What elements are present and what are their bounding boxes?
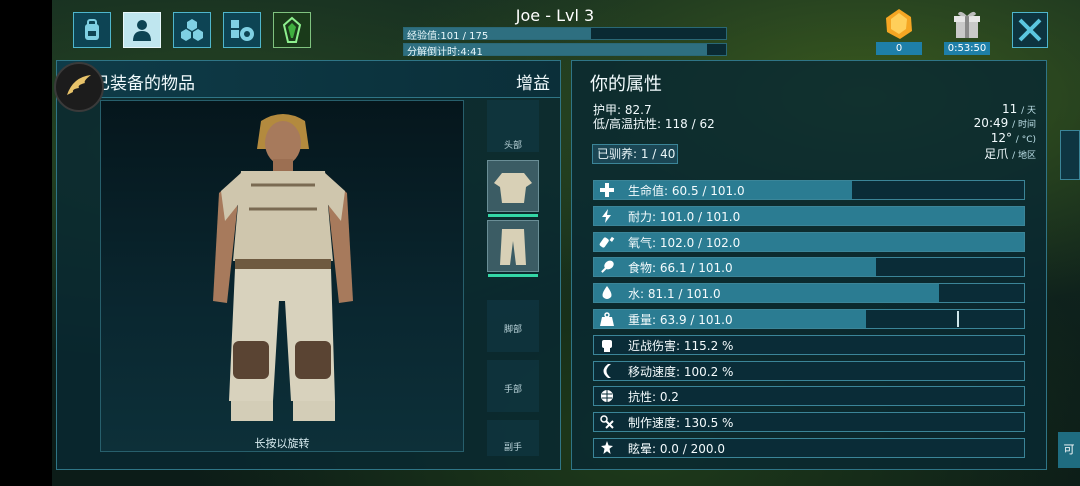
tab-settings[interactable] xyxy=(223,12,261,48)
close-button[interactable] xyxy=(1012,12,1048,48)
amber-value: 0 xyxy=(876,42,922,55)
attributes-title: 你的属性 xyxy=(590,74,662,95)
shirt-durability-bar xyxy=(488,214,538,217)
stat-text: 重量: 63.9 / 101.0 xyxy=(628,313,733,327)
time-unit: / 时间 xyxy=(1012,120,1036,130)
character-preview[interactable]: 长按以旋转 xyxy=(100,100,464,452)
temperature-unit: / °C) xyxy=(1015,135,1036,145)
pants-durability-bar xyxy=(488,274,538,277)
oxygen-tank-icon xyxy=(594,233,620,251)
health-cross-icon xyxy=(594,181,620,199)
time-value: 20:49 xyxy=(973,116,1009,130)
stat-text: 近战伤害: 115.2 % xyxy=(628,338,734,353)
weight-limit-marker xyxy=(956,311,959,327)
stat-text: 移动速度: 100.2 % xyxy=(628,364,734,379)
xp-bar: 经验值:101 / 175 xyxy=(403,27,727,42)
slot-feet-label: 脚部 xyxy=(503,325,522,335)
region-unit: / 地区 xyxy=(1012,151,1036,161)
stamina-bolt-icon xyxy=(594,207,620,225)
buff-label[interactable]: 增益 xyxy=(516,69,550,94)
close-icon xyxy=(1018,18,1042,42)
slot-offhand[interactable]: 副手 xyxy=(487,420,539,456)
gift-box-icon xyxy=(954,11,980,38)
fortitude-brain-icon xyxy=(594,387,620,405)
stat-text: 氧气: 102.0 / 102.0 xyxy=(628,235,741,250)
decay-bar: 分解倒计时:4:41 xyxy=(403,43,727,58)
right-edge-handle[interactable] xyxy=(1060,130,1080,180)
tamed-count-badge: 已驯养: 1 / 40 xyxy=(592,144,678,164)
temperature-value: 12° xyxy=(990,131,1012,145)
amber-counter[interactable]: 0 xyxy=(876,6,922,55)
left-black-strip xyxy=(0,0,52,486)
slot-hands[interactable]: 手部 xyxy=(487,360,539,412)
day-unit: / 天 xyxy=(1021,106,1036,116)
stat-text: 眩晕: 0.0 / 200.0 xyxy=(628,442,725,456)
cloth-pants-icon xyxy=(500,229,526,265)
backpack-icon xyxy=(85,19,99,40)
water-drop-icon xyxy=(594,284,620,302)
melee-fist-icon xyxy=(594,336,620,354)
decay-text: 分解倒计时:4:41 xyxy=(407,47,483,58)
region-readout: 足爪 / 地区 xyxy=(984,145,1036,162)
stat-row: 抗性: 0.2 xyxy=(593,386,1025,407)
gear-icon xyxy=(231,20,254,41)
slot-offhand-label: 副手 xyxy=(503,443,522,453)
stat-row: 氧气: 102.0 / 102.0 xyxy=(593,231,1025,252)
stat-text: 生命值: 60.5 / 101.0 xyxy=(628,184,745,198)
region-value: 足爪 xyxy=(984,147,1009,161)
person-icon xyxy=(133,20,151,41)
slot-head[interactable]: 头部 xyxy=(487,100,539,152)
stat-row: 生命值: 60.5 / 101.0 xyxy=(593,180,1025,200)
stat-row: 近战伤害: 115.2 % xyxy=(593,334,1025,355)
food-drumstick-icon xyxy=(594,258,620,276)
stat-row: 食物: 66.1 / 101.0 xyxy=(593,257,1025,278)
stat-row: 重量: 63.9 / 101.0 xyxy=(593,309,1025,329)
rotate-hint: 长按以旋转 xyxy=(254,437,310,450)
amber-icon xyxy=(886,9,912,39)
tab-character[interactable] xyxy=(123,12,161,48)
stat-text: 食物: 66.1 / 101.0 xyxy=(628,261,733,276)
stat-text: 制作速度: 130.5 % xyxy=(628,416,734,431)
cloth-shirt-icon xyxy=(494,173,532,203)
torpor-stars-icon xyxy=(594,439,620,457)
stat-row: 耐力: 101.0 / 101.0 xyxy=(593,205,1025,226)
right-edge-tab[interactable]: 可 xyxy=(1058,432,1080,468)
resist-value: 低/高温抗性: 118 / 62 xyxy=(593,117,715,131)
gift-timer[interactable]: 0:53:50 xyxy=(944,6,990,55)
stat-row: 眩晕: 0.0 / 200.0 xyxy=(593,438,1025,458)
slot-head-label: 头部 xyxy=(503,141,522,151)
day-value: 11 xyxy=(1001,102,1018,116)
tab-tek[interactable] xyxy=(273,12,311,48)
player-title: Joe - Lvl 3 xyxy=(515,6,595,25)
tek-crystal-icon xyxy=(282,16,302,43)
stat-text: 抗性: 0.2 xyxy=(628,390,679,405)
slot-pants[interactable] xyxy=(487,220,539,277)
survivor-character-figure xyxy=(213,114,353,421)
gift-timer-value: 0:53:50 xyxy=(944,42,990,55)
stat-text: 耐力: 101.0 / 101.0 xyxy=(628,209,741,224)
xp-text: 经验值:101 / 175 xyxy=(407,31,489,42)
stat-row: 水: 81.1 / 101.0 xyxy=(593,283,1025,304)
wing-emblem-icon xyxy=(54,62,104,112)
tab-inventory[interactable] xyxy=(73,12,111,48)
equipment-title: 已装备的物品 xyxy=(93,74,195,94)
crafting-tools-icon xyxy=(594,413,620,431)
hex-cluster-icon xyxy=(181,19,203,41)
stat-row: 制作速度: 130.5 % xyxy=(593,412,1025,433)
day-readout: 11 / 天 xyxy=(1002,102,1036,116)
tab-tribe[interactable] xyxy=(173,12,211,48)
stat-text: 水: 81.1 / 101.0 xyxy=(628,287,721,302)
slot-hands-label: 手部 xyxy=(503,385,522,395)
slot-shirt[interactable] xyxy=(487,160,539,217)
stat-row: 移动速度: 100.2 % xyxy=(593,360,1025,381)
time-readout: 20:49 / 时间 xyxy=(974,116,1036,130)
slot-feet[interactable]: 脚部 xyxy=(487,300,539,352)
weight-icon xyxy=(594,310,620,328)
temperature-readout: 12° / °C) xyxy=(991,131,1036,145)
speed-icon xyxy=(594,362,620,380)
